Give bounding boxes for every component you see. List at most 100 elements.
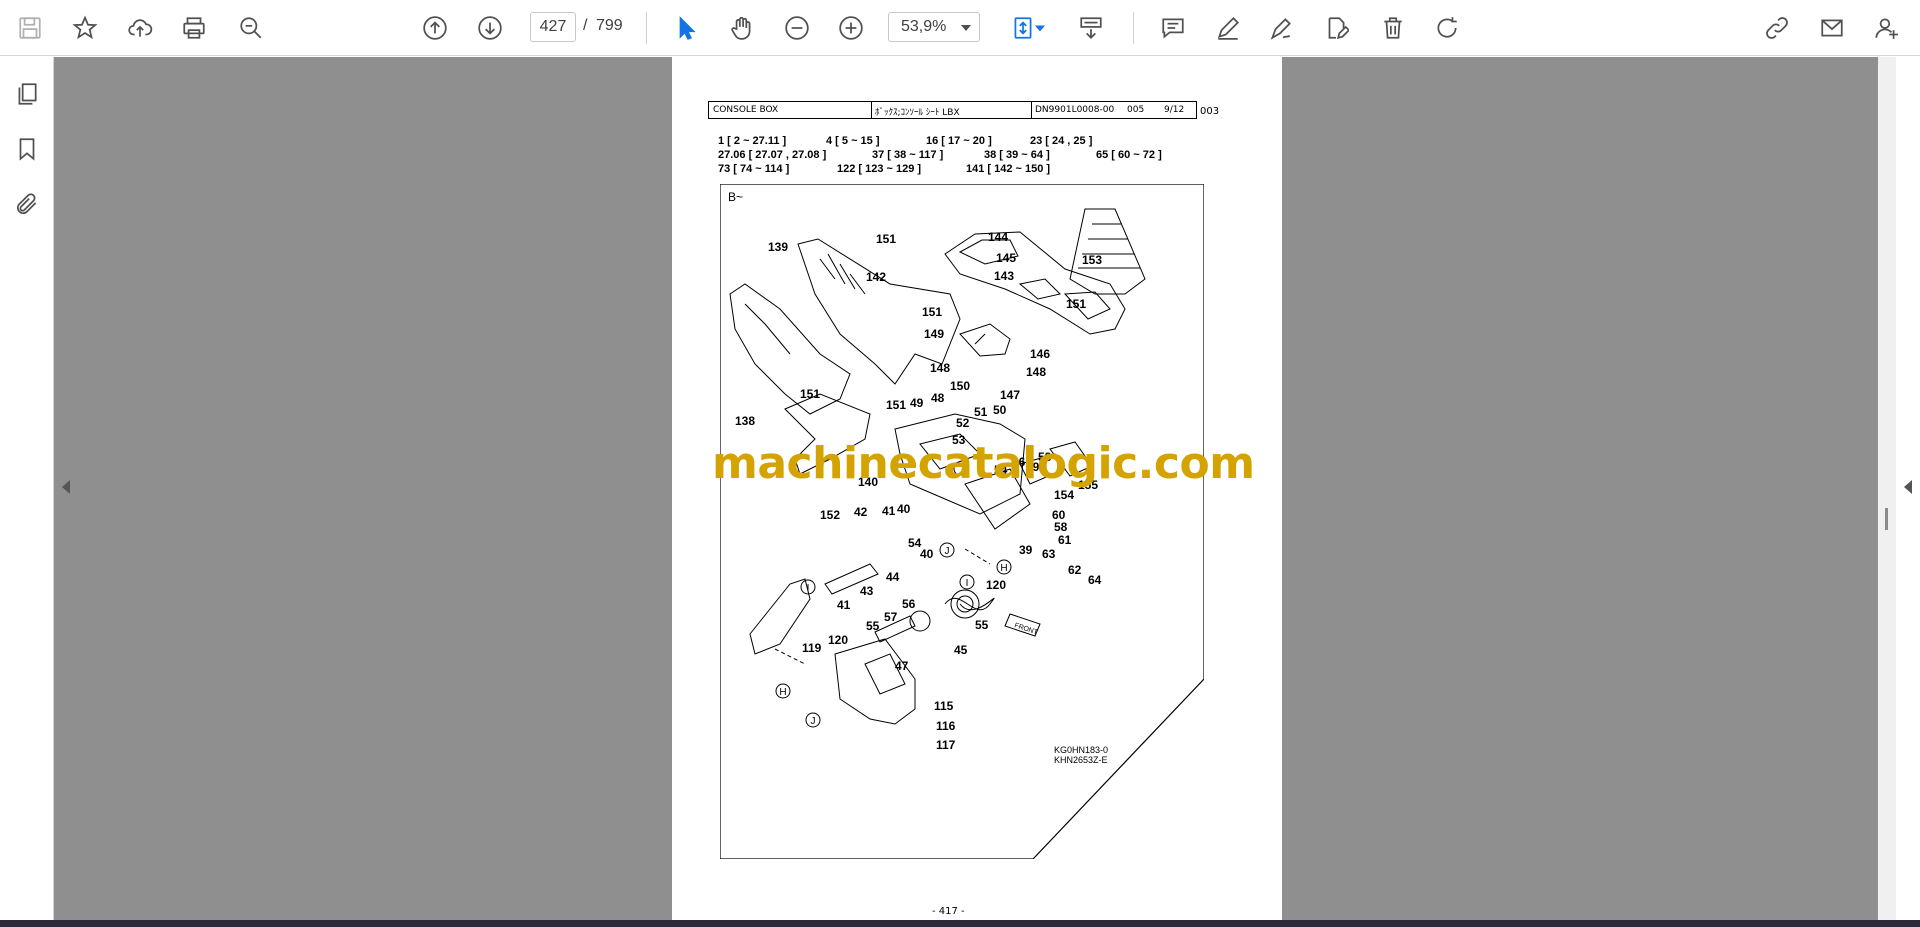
email-icon[interactable] [1812, 8, 1852, 48]
callout-number: 44 [886, 570, 900, 584]
callout-number: 40 [897, 502, 911, 516]
callout-letter: H [779, 687, 786, 698]
callout-number: 138 [735, 414, 755, 428]
toolbar-divider [646, 12, 647, 44]
front-direction-label: FRONT [1013, 622, 1039, 636]
index-entry: 4 [ 5 ~ 15 ] [826, 135, 880, 147]
bookmark-star-icon[interactable] [65, 8, 105, 48]
callout-number: 120 [986, 578, 1006, 592]
header-extra-code: 003 [1200, 106, 1220, 117]
callout-number: 151 [886, 398, 906, 412]
callout-letter: H [1000, 563, 1007, 574]
header-divider [871, 102, 872, 118]
zoom-out-icon[interactable] [777, 8, 817, 48]
index-entry: 27.06 [ 27.07 , 27.08 ] [718, 149, 827, 161]
select-cursor-icon[interactable] [667, 8, 707, 48]
parts-header-table: CONSOLE BOX ﾎﾞｯｸｽ;ｺﾝｿｰﾙ ｼｰﾄ LBX DN9901L0… [708, 101, 1197, 119]
toolbar-divider [1133, 12, 1134, 44]
main-toolbar: 427 / 799 53,9% [0, 0, 1920, 56]
callout-number: 150 [950, 379, 970, 393]
callout-letter: I [966, 578, 969, 589]
header-title-en: CONSOLE BOX [713, 105, 779, 115]
callout-number: 51 [974, 405, 988, 419]
index-entry: 37 [ 38 ~ 117 ] [872, 149, 944, 161]
account-user-icon[interactable] [1866, 8, 1906, 48]
header-title-jp: ﾎﾞｯｸｽ;ｺﾝｿｰﾙ ｼｰﾄ LBX [875, 108, 960, 118]
chevron-down-icon [961, 25, 971, 31]
zoom-level-value: 53,9% [901, 18, 947, 35]
hand-tool-icon[interactable] [722, 8, 762, 48]
callout-number: 139 [768, 240, 788, 254]
vertical-scrollbar[interactable] [1878, 57, 1896, 920]
callout-number: 61 [1058, 533, 1072, 547]
zoom-in-icon[interactable] [831, 8, 871, 48]
callout-number: 42 [854, 505, 868, 519]
previous-page-icon[interactable] [415, 8, 455, 48]
callout-number: 50 [993, 403, 1007, 417]
callout-number: 146 [1030, 347, 1050, 361]
callout-number: 52 [956, 416, 970, 430]
callout-number: 117 [936, 738, 956, 752]
callout-number: 153 [1082, 253, 1102, 267]
callout-number: 154 [1054, 488, 1074, 502]
callout-number: 39 [1019, 543, 1033, 557]
callout-letter: J [945, 546, 950, 557]
highlight-pen-icon[interactable] [1208, 8, 1248, 48]
share-link-icon[interactable] [1757, 8, 1797, 48]
collapse-left-panel-icon[interactable] [62, 480, 70, 494]
page-separator: / [583, 17, 588, 34]
fit-dropdown-icon[interactable] [1030, 8, 1050, 48]
edit-document-icon[interactable] [1316, 8, 1356, 48]
taskbar-strip [0, 920, 1920, 927]
header-part-code: DN9901L0008-00 [1035, 105, 1115, 115]
delete-trash-icon[interactable] [1373, 8, 1413, 48]
page-number-input[interactable]: 427 [530, 12, 576, 42]
callout-number: 57 [884, 610, 898, 624]
callout-number: 151 [876, 232, 896, 246]
expand-right-panel-icon[interactable] [1904, 480, 1912, 494]
callout-number: 151 [800, 387, 820, 401]
index-entry: 141 [ 142 ~ 150 ] [966, 163, 1051, 175]
page-thumbnails-icon[interactable] [7, 74, 47, 114]
search-zoom-icon[interactable] [231, 8, 271, 48]
scrollbar-thumb[interactable] [1885, 508, 1888, 530]
callout-number: 48 [931, 391, 945, 405]
callout-number: 58 [1054, 520, 1068, 534]
callout-number: 119 [802, 641, 822, 655]
callout-number: 149 [924, 327, 944, 341]
callout-number: 49 [910, 396, 924, 410]
left-navigation-panel [0, 57, 54, 920]
draw-signature-icon[interactable] [1261, 8, 1301, 48]
callout-number: 40 [920, 547, 934, 561]
upload-cloud-icon[interactable] [120, 8, 160, 48]
index-entry: 73 [ 74 ~ 114 ] [718, 163, 790, 175]
callout-letter: I [807, 583, 810, 594]
callout-number: 116 [936, 719, 956, 733]
callout-letter: J [811, 716, 816, 727]
index-entry: 23 [ 24 , 25 ] [1030, 135, 1093, 147]
header-rev: 005 [1127, 105, 1145, 115]
page-footer-number: - 417 - [932, 906, 965, 917]
print-icon[interactable] [174, 8, 214, 48]
callout-number: 47 [895, 659, 909, 673]
bookmarks-icon[interactable] [7, 129, 47, 169]
exploded-parts-diagram: B~ J H I I H J 151 144 139 145 153 142 1… [720, 184, 1204, 859]
header-divider [1031, 102, 1032, 118]
callout-number: 144 [988, 230, 1008, 244]
callout-number: 147 [1000, 388, 1020, 402]
rotate-icon[interactable] [1427, 8, 1467, 48]
attachments-paperclip-icon[interactable] [7, 184, 47, 224]
scroll-mode-icon[interactable] [1071, 8, 1111, 48]
zoom-level-select[interactable]: 53,9% [888, 12, 980, 42]
save-icon[interactable] [10, 8, 50, 48]
index-entry: 38 [ 39 ~ 64 ] [984, 149, 1050, 161]
next-page-icon[interactable] [470, 8, 510, 48]
callout-number: 148 [930, 361, 950, 375]
callout-number: 115 [934, 699, 954, 713]
diagram-corner-label: B~ [728, 190, 743, 204]
index-entry: 1 [ 2 ~ 27.11 ] [718, 135, 787, 147]
drawing-code: KHN2653Z-E [1054, 755, 1108, 765]
header-sheet: 9/12 [1164, 105, 1185, 115]
comment-icon[interactable] [1153, 8, 1193, 48]
index-entry: 16 [ 17 ~ 20 ] [926, 135, 992, 147]
